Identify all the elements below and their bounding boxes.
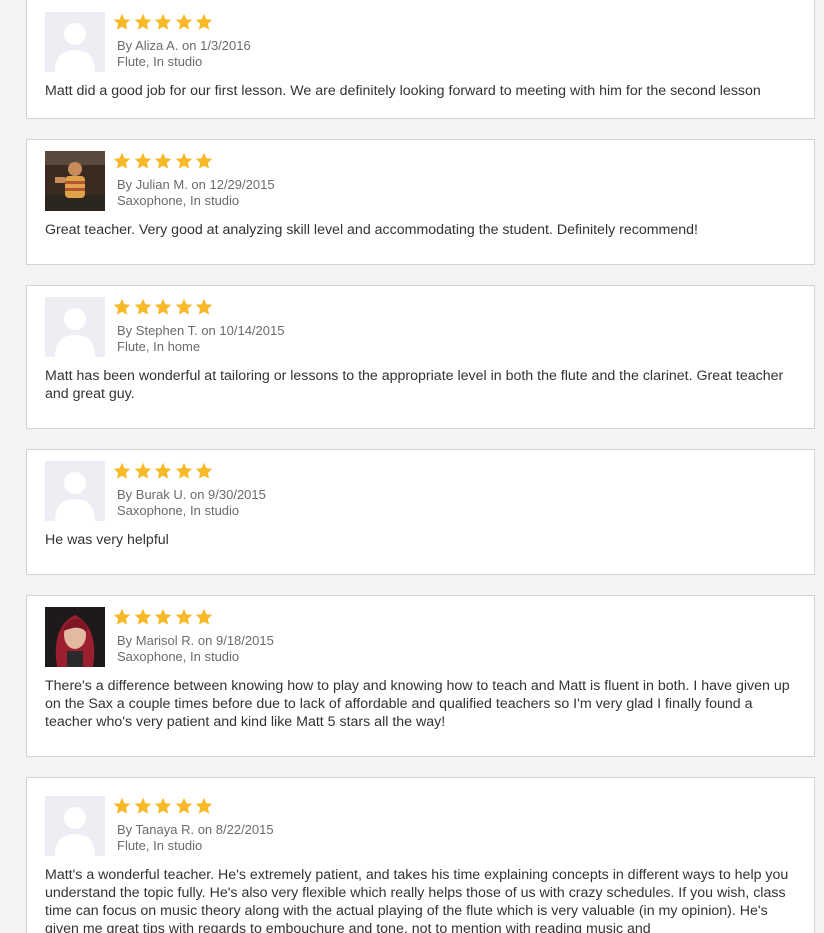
default-avatar-icon xyxy=(45,796,105,856)
star-icon xyxy=(195,298,213,316)
star-icon xyxy=(195,13,213,31)
star-icon xyxy=(195,797,213,815)
star-icon xyxy=(175,152,193,170)
review-text: Matt has been wonderful at tailoring or … xyxy=(45,368,784,402)
star-icon xyxy=(175,797,193,815)
star-icon xyxy=(195,152,213,170)
review-byline: By Stephen T. on 10/14/2015 xyxy=(117,323,285,338)
review-meta: Saxophone, In studio xyxy=(117,193,240,208)
review-text: Great teacher. Very good at analyzing sk… xyxy=(45,222,698,238)
star-rating xyxy=(113,608,216,630)
review-byline: By Julian M. on 12/29/2015 xyxy=(117,177,275,192)
review-meta: Flute, In home xyxy=(117,339,201,354)
review-card: By Stephen T. on 10/14/2015 Flute, In ho… xyxy=(26,285,815,429)
default-avatar-icon xyxy=(45,12,105,72)
review-card: By Burak U. on 9/30/2015 Saxophone, In s… xyxy=(26,449,815,575)
star-icon xyxy=(154,152,172,170)
star-icon xyxy=(154,608,172,626)
star-icon xyxy=(195,462,213,480)
star-icon xyxy=(134,462,152,480)
star-icon xyxy=(175,298,193,316)
star-icon xyxy=(134,152,152,170)
star-icon xyxy=(113,608,131,626)
star-rating xyxy=(113,462,216,484)
star-icon xyxy=(113,462,131,480)
star-icon xyxy=(134,797,152,815)
star-icon xyxy=(113,13,131,31)
star-icon xyxy=(154,797,172,815)
review-meta: Saxophone, In studio xyxy=(117,503,240,518)
user-photo xyxy=(45,151,105,211)
star-icon xyxy=(195,608,213,626)
star-rating xyxy=(113,298,216,320)
star-icon xyxy=(134,13,152,31)
review-byline: By Aliza A. on 1/3/2016 xyxy=(117,38,251,53)
review-card: By Aliza A. on 1/3/2016 Flute, In studio… xyxy=(26,0,815,119)
reviews-list: By Aliza A. on 1/3/2016 Flute, In studio… xyxy=(0,0,824,933)
star-icon xyxy=(175,462,193,480)
star-icon xyxy=(175,608,193,626)
star-rating xyxy=(113,797,216,819)
star-icon xyxy=(134,298,152,316)
star-icon xyxy=(154,462,172,480)
star-icon xyxy=(175,13,193,31)
review-text: There's a difference between knowing how… xyxy=(45,678,790,730)
review-byline: By Marisol R. on 9/18/2015 xyxy=(117,633,274,648)
default-avatar-icon xyxy=(45,461,105,521)
review-card: By Julian M. on 12/29/2015 Saxophone, In… xyxy=(26,139,815,265)
review-meta: Flute, In studio xyxy=(117,54,203,69)
review-card: By Marisol R. on 9/18/2015 Saxophone, In… xyxy=(26,595,815,757)
star-icon xyxy=(134,608,152,626)
user-photo xyxy=(45,607,105,667)
star-rating xyxy=(113,13,216,35)
default-avatar-icon xyxy=(45,297,105,357)
review-text: Matt did a good job for our first lesson… xyxy=(45,83,761,99)
review-text: Matt's a wonderful teacher. He's extreme… xyxy=(45,867,789,933)
star-icon xyxy=(154,13,172,31)
review-text: He was very helpful xyxy=(45,532,169,548)
review-card: By Tanaya R. on 8/22/2015 Flute, In stud… xyxy=(26,777,815,933)
star-icon xyxy=(154,298,172,316)
star-icon xyxy=(113,797,131,815)
review-byline: By Burak U. on 9/30/2015 xyxy=(117,487,266,502)
star-icon xyxy=(113,152,131,170)
review-meta: Saxophone, In studio xyxy=(117,649,240,664)
review-byline: By Tanaya R. on 8/22/2015 xyxy=(117,822,274,837)
star-rating xyxy=(113,152,216,174)
star-icon xyxy=(113,298,131,316)
review-meta: Flute, In studio xyxy=(117,838,203,853)
